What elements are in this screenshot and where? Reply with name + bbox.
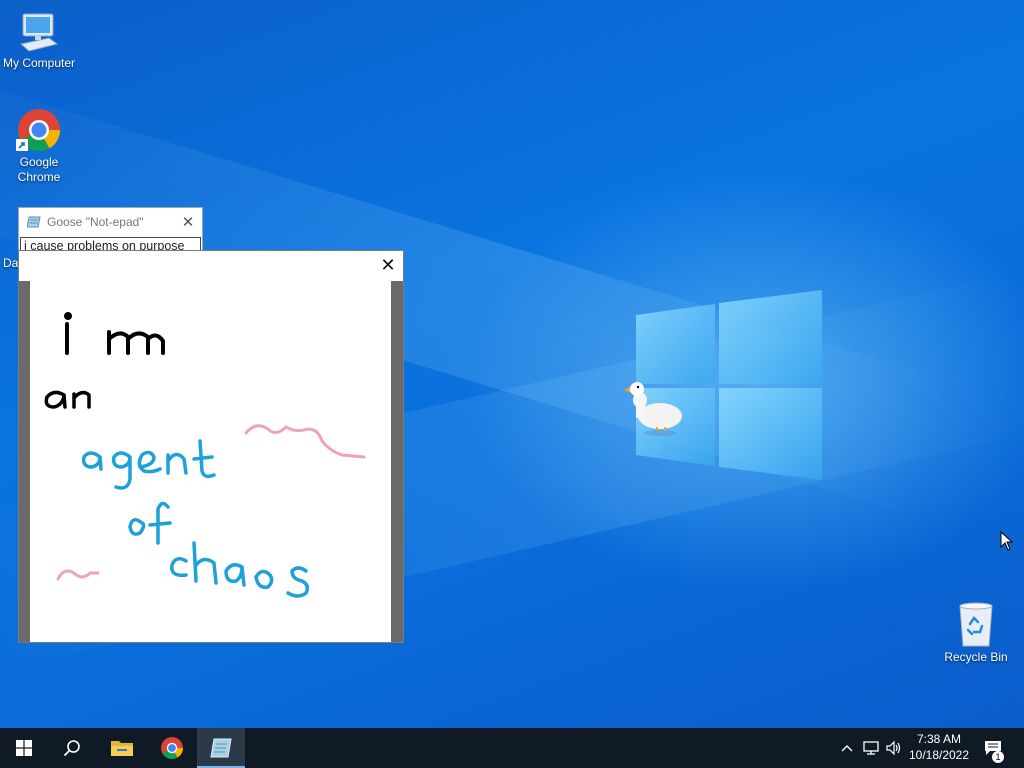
window-border-left <box>19 281 30 642</box>
word-an <box>44 390 91 409</box>
goose[interactable] <box>624 378 686 440</box>
drawing-canvas <box>30 281 391 642</box>
notepad-icon <box>210 738 232 758</box>
notepad-titlebar[interactable]: Goose "Not-epad" ✕ <box>19 208 202 236</box>
notepad-title: Goose "Not-epad" <box>47 215 144 229</box>
notification-count-badge: 1 <box>992 751 1004 763</box>
word-chaos <box>170 541 310 598</box>
chevron-up-icon <box>841 745 853 752</box>
goose-notepad-window[interactable]: Goose "Not-epad" ✕ i cause problems on p… <box>18 207 203 255</box>
goose-drawing-window[interactable]: ✕ <box>18 250 404 643</box>
desktop-background: My Computer Google Chrome Da Goose "Not-… <box>0 0 1024 728</box>
show-hidden-icons-button[interactable] <box>836 728 858 768</box>
file-explorer-icon <box>111 741 133 756</box>
drawing-window-titlebar[interactable]: ✕ <box>19 251 403 281</box>
chrome-taskbar-button[interactable] <box>148 728 196 768</box>
start-button[interactable] <box>0 728 48 768</box>
word-agent <box>81 439 216 490</box>
chrome-icon <box>161 737 183 759</box>
close-button[interactable]: ✕ <box>174 213 202 231</box>
mouse-cursor-icon <box>1000 531 1014 551</box>
clock-time: 7:38 AM <box>916 732 962 746</box>
clock-date: 10/18/2022 <box>908 748 970 762</box>
desktop-icon-label-partial[interactable]: Da <box>3 256 18 270</box>
pink-scribble <box>244 424 366 459</box>
recycle-bin-icon <box>959 602 993 647</box>
icon-label: Recycle Bin <box>944 650 1008 664</box>
icon-label: My Computer <box>2 56 76 70</box>
volume-icon <box>886 741 901 755</box>
taskbar: 7:38 AM 10/18/2022 <box>0 728 1024 768</box>
search-icon <box>63 740 80 757</box>
desktop-icon-google-chrome[interactable]: Google Chrome <box>1 107 77 185</box>
close-button[interactable]: ✕ <box>377 255 399 277</box>
desktop-icon-recycle-bin[interactable]: Recycle Bin <box>938 600 1014 665</box>
notepad-icon <box>27 216 41 228</box>
icon-label: Google Chrome <box>17 155 61 184</box>
word-of <box>128 501 172 545</box>
start-icon <box>16 740 32 756</box>
chrome-icon <box>16 109 61 152</box>
search-button[interactable] <box>48 728 96 768</box>
action-center-button[interactable] <box>980 728 1006 768</box>
word-i-m <box>64 312 165 355</box>
computer-icon <box>19 13 59 52</box>
network-button[interactable] <box>860 728 882 768</box>
pink-scribble <box>56 569 100 581</box>
network-icon <box>863 741 879 755</box>
handwritten-drawing <box>44 312 366 598</box>
desktop-icon-my-computer[interactable]: My Computer <box>1 10 77 71</box>
notepad-taskbar-button[interactable] <box>197 728 245 768</box>
file-explorer-button[interactable] <box>98 728 146 768</box>
taskbar-clock[interactable]: 7:38 AM 10/18/2022 <box>902 731 976 763</box>
window-border-right <box>391 281 403 642</box>
